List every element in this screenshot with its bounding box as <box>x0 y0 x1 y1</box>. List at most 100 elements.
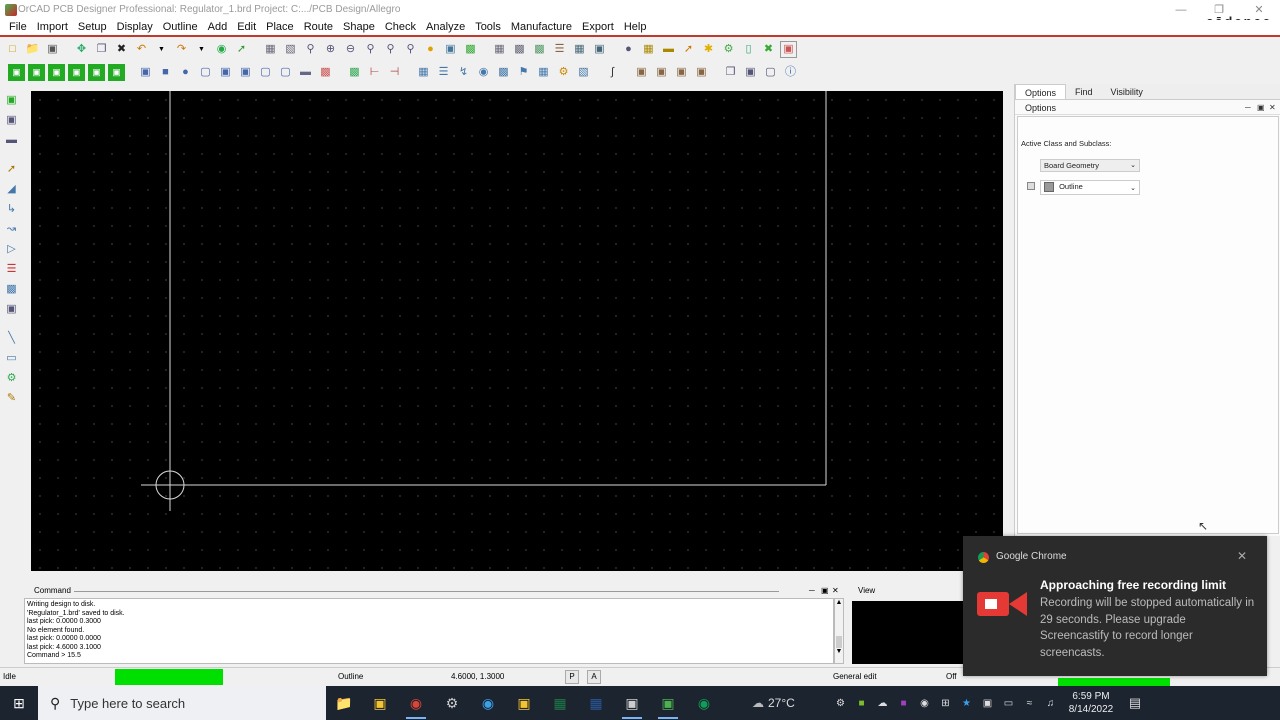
probe-icon[interactable]: ➚ <box>680 41 697 58</box>
command-prompt[interactable]: Command > 15.5 <box>27 652 831 661</box>
fix-icon[interactable]: ◉ <box>213 41 230 58</box>
orcad-taskbar-icon[interactable]: ▣ <box>650 686 686 720</box>
menu-import[interactable]: Import <box>32 20 73 35</box>
scroll-up-icon[interactable]: ▲ <box>835 599 843 606</box>
highlight-icon[interactable]: ▦ <box>571 41 588 58</box>
shape-add-icon[interactable]: ▣ <box>633 64 650 81</box>
place-module-icon[interactable]: ▬ <box>297 64 314 81</box>
excel-icon[interactable]: ▦ <box>542 686 578 720</box>
taskbar-search[interactable]: ⚲ Type here to search <box>38 686 326 720</box>
class-select[interactable]: Board Geometry ⌄ <box>1040 159 1140 172</box>
tray-windows-icon[interactable]: ⊞ <box>935 698 956 709</box>
unrats-icon[interactable]: ▦ <box>491 41 508 58</box>
file-explorer-icon[interactable]: 📁 <box>326 686 362 720</box>
place-via-icon[interactable]: ▣ <box>217 64 234 81</box>
cmd-close-icon[interactable]: ✕ <box>832 584 839 598</box>
rectangle-icon[interactable]: ▭ <box>3 350 20 367</box>
menu-setup[interactable]: Setup <box>73 20 112 35</box>
panel-minimize-icon[interactable]: ─ <box>1245 101 1251 115</box>
scroll-down-icon[interactable]: ▼ <box>835 648 843 655</box>
tab-visibility[interactable]: Visibility <box>1102 84 1152 99</box>
panel-close-icon[interactable]: ✕ <box>1269 101 1276 115</box>
layer-vis-icon[interactable]: ▣ <box>48 63 65 81</box>
rats-icon[interactable]: ▩ <box>511 41 528 58</box>
tray-usb-icon[interactable]: ▣ <box>977 698 998 709</box>
shadow-icon[interactable]: ▩ <box>531 41 548 58</box>
flash-icon[interactable]: ✱ <box>700 41 717 58</box>
add-connect-icon[interactable]: ➚ <box>3 161 20 178</box>
command-scrollbar[interactable]: ▲ ▼ <box>834 598 844 664</box>
pick-mode-button[interactable]: P <box>565 670 579 684</box>
symbol-icon[interactable]: ▬ <box>3 132 20 149</box>
menu-edit[interactable]: Edit <box>232 20 261 35</box>
zoom-select-icon[interactable]: ⚲ <box>402 41 419 58</box>
grid-toggle-icon[interactable]: ▧ <box>282 41 299 58</box>
menu-shape[interactable]: Shape <box>338 20 380 35</box>
slide-trace-icon[interactable]: ◢ <box>3 181 20 198</box>
vertex-icon[interactable]: ▷ <box>3 241 20 258</box>
menu-display[interactable]: Display <box>112 20 158 35</box>
snipping-icon[interactable]: ▣ <box>614 686 650 720</box>
windows-start-icon[interactable]: ⊞ <box>0 686 38 720</box>
tray-onenote-icon[interactable]: ■ <box>893 698 914 709</box>
shape-merge-icon[interactable]: ▣ <box>693 64 710 81</box>
layer-top-icon[interactable]: ▣ <box>8 63 25 81</box>
close-icon[interactable]: ✕ <box>1237 549 1247 563</box>
constraint-icon[interactable]: ▦ <box>415 64 432 81</box>
window-tile-icon[interactable]: ▣ <box>742 64 759 81</box>
grid-icon[interactable]: ▦ <box>262 41 279 58</box>
menu-file[interactable]: File <box>4 20 32 35</box>
chrome-taskbar-icon[interactable]: ◉ <box>398 686 434 720</box>
dimension-h-icon[interactable]: ⊢ <box>366 64 383 81</box>
zoom-previous-icon[interactable]: ⚲ <box>382 41 399 58</box>
place-frame-icon[interactable]: ▢ <box>257 64 274 81</box>
layers-icon[interactable]: ☰ <box>551 41 568 58</box>
notification-center-icon[interactable]: ▤ <box>1121 695 1149 711</box>
zoom-in-icon[interactable]: ⊕ <box>322 41 339 58</box>
word-icon[interactable]: ▦ <box>578 686 614 720</box>
cmd-float-icon[interactable]: ▣ <box>821 584 829 598</box>
clock[interactable]: 6:59 PM 8/14/2022 <box>1061 690 1121 716</box>
cline-icon[interactable]: ▣ <box>3 301 20 318</box>
tab-find[interactable]: Find <box>1066 84 1102 99</box>
tray-chrome-icon[interactable]: ◉ <box>914 698 935 709</box>
menu-route[interactable]: Route <box>299 20 338 35</box>
undo-icon[interactable]: ↶ <box>133 41 150 58</box>
place-circle-icon[interactable]: ● <box>177 64 194 81</box>
place-hole-icon[interactable]: ▣ <box>237 64 254 81</box>
line-icon[interactable]: ╲ <box>3 330 20 347</box>
window-cascade-icon[interactable]: ❐ <box>722 64 739 81</box>
subclass-select[interactable]: Outline ⌄ <box>1040 180 1140 195</box>
tray-cloud-icon[interactable]: ☁ <box>872 698 893 709</box>
weather-widget[interactable]: ☁ 27°C <box>752 696 812 710</box>
place-manual-icon[interactable]: ▣ <box>137 64 154 81</box>
stackup-icon[interactable]: ☰ <box>435 64 452 81</box>
edit-text-icon[interactable]: ✎ <box>3 390 20 407</box>
new-icon[interactable]: □ <box>4 41 21 58</box>
edge-icon[interactable]: ◉ <box>470 686 506 720</box>
scroll-thumb[interactable] <box>836 636 842 648</box>
info-icon[interactable]: ● <box>620 41 637 58</box>
waive-icon[interactable]: ▣ <box>780 40 797 58</box>
absolute-mode-button[interactable]: A <box>587 670 601 684</box>
pin-swap-icon[interactable]: ⚙ <box>555 64 572 81</box>
dimension-icon[interactable]: ▩ <box>346 64 363 81</box>
sticky-notes-icon[interactable]: ▣ <box>506 686 542 720</box>
component-icon[interactable]: ▣ <box>3 112 20 129</box>
menu-add[interactable]: Add <box>203 20 233 35</box>
move-icon[interactable]: ✥ <box>73 41 90 58</box>
select-icon[interactable]: ▣ <box>3 92 20 109</box>
bus-icon[interactable]: ▩ <box>317 64 334 81</box>
redo-dropdown-icon[interactable]: ▼ <box>193 41 210 58</box>
matrix-icon[interactable]: ▧ <box>575 64 592 81</box>
save-icon[interactable]: ▣ <box>44 41 61 58</box>
layer-none-icon[interactable]: ▣ <box>88 63 105 81</box>
settings-icon[interactable]: ⚙ <box>720 41 737 58</box>
layer-bottom-icon[interactable]: ▣ <box>28 63 45 81</box>
help-icon[interactable]: ⓘ <box>782 64 799 81</box>
text-tool-icon[interactable]: ⚙ <box>3 370 20 387</box>
panel-float-icon[interactable]: ▣ <box>1257 101 1265 115</box>
plane-icon[interactable]: ▩ <box>3 281 20 298</box>
layer-current-icon[interactable]: ▣ <box>108 63 125 81</box>
pin-icon[interactable]: ➚ <box>233 41 250 58</box>
